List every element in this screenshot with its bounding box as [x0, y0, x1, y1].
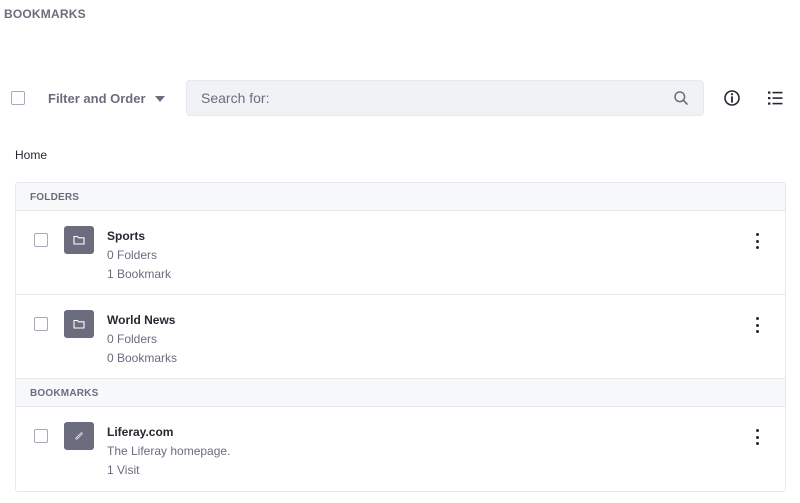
item-bookmark-count: 1 Bookmark [107, 267, 172, 281]
actions-kebab-icon[interactable] [754, 429, 760, 445]
folder-icon [64, 310, 94, 338]
actions-kebab-icon[interactable] [754, 317, 760, 333]
entries-list: FOLDERS Sports 0 Folders 1 Bookmark Worl… [15, 182, 786, 492]
filter-and-order-label: Filter and Order [48, 90, 146, 106]
search-input[interactable] [187, 81, 673, 115]
row-checkbox[interactable] [34, 317, 48, 331]
item-bookmark-count: 0 Bookmarks [107, 351, 178, 365]
row-checkbox[interactable] [34, 233, 48, 247]
item-folder-count: 0 Folders [107, 332, 158, 346]
actions-kebab-icon[interactable] [754, 233, 760, 249]
item-description: The Liferay homepage. [107, 444, 231, 458]
management-toolbar: Filter and Order [0, 80, 800, 116]
list-item[interactable]: Liferay.com The Liferay homepage. 1 Visi… [16, 407, 785, 491]
caret-down-icon [154, 95, 165, 102]
list-item[interactable]: Sports 0 Folders 1 Bookmark [16, 211, 785, 295]
bookmarks-group-header: BOOKMARKS [16, 379, 785, 407]
item-visit-count: 1 Visit [107, 463, 140, 477]
item-title[interactable]: Liferay.com [107, 423, 230, 442]
folder-icon [64, 226, 94, 254]
item-title[interactable]: World News [107, 311, 177, 330]
item-folder-count: 0 Folders [107, 248, 158, 262]
search-icon[interactable] [673, 90, 689, 106]
link-icon [64, 422, 94, 450]
list-item[interactable]: World News 0 Folders 0 Bookmarks [16, 295, 785, 379]
list-view-icon[interactable] [765, 88, 785, 108]
filter-and-order-button[interactable]: Filter and Order [40, 86, 173, 110]
info-icon[interactable] [722, 88, 742, 108]
page-title: BOOKMARKS [4, 7, 86, 21]
search-bar [186, 80, 704, 116]
item-title[interactable]: Sports [107, 227, 171, 246]
row-checkbox[interactable] [34, 429, 48, 443]
select-all-checkbox[interactable] [11, 91, 25, 105]
folders-group-header: FOLDERS [16, 183, 785, 211]
breadcrumb[interactable]: Home [15, 148, 47, 162]
